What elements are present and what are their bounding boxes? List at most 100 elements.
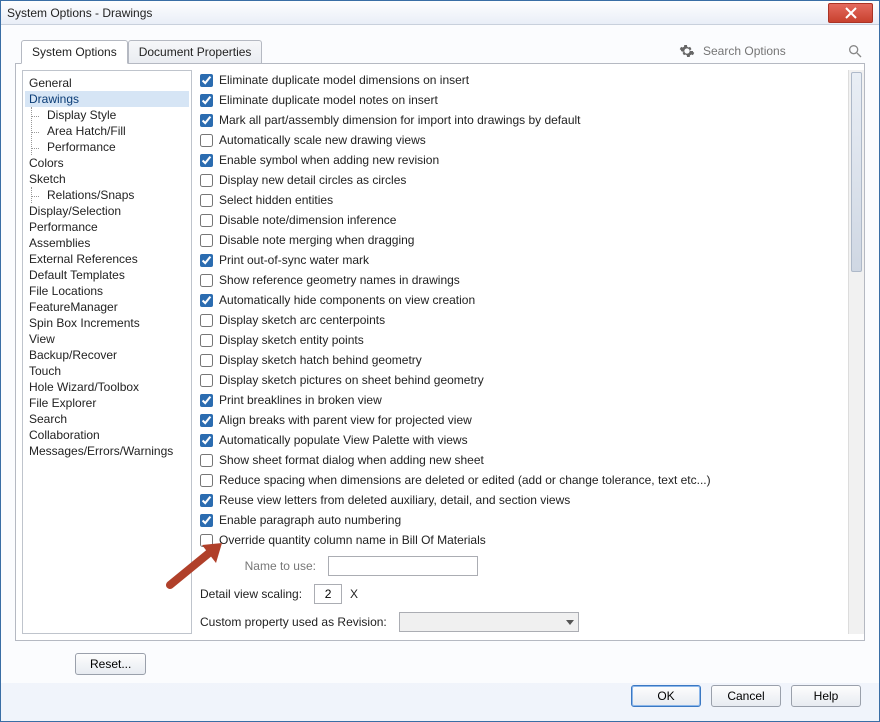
option-checkbox[interactable] — [200, 114, 213, 127]
option-row: Display new detail circles as circles — [200, 170, 858, 190]
category-item[interactable]: File Explorer — [25, 395, 189, 411]
category-item[interactable]: FeatureManager — [25, 299, 189, 315]
custom-prop-dropdown[interactable] — [399, 612, 579, 632]
category-item[interactable]: Colors — [25, 155, 189, 171]
main-panel: GeneralDrawingsDisplay StyleArea Hatch/F… — [15, 63, 865, 641]
option-label: Display sketch entity points — [219, 333, 364, 347]
name-to-use-row: Name to use: — [200, 554, 858, 578]
option-row: Enable symbol when adding new revision — [200, 150, 858, 170]
option-checkbox[interactable] — [200, 134, 213, 147]
option-checkbox[interactable] — [200, 254, 213, 267]
custom-prop-row: Custom property used as Revision: — [200, 610, 858, 634]
category-item[interactable]: Collaboration — [25, 427, 189, 443]
tab-strip: System Options Document Properties — [21, 39, 262, 63]
detail-scaling-row: Detail view scaling: X — [200, 582, 858, 606]
option-checkbox[interactable] — [200, 434, 213, 447]
option-label: Enable symbol when adding new revision — [219, 153, 439, 167]
option-checkbox[interactable] — [200, 214, 213, 227]
option-label: Automatically populate View Palette with… — [219, 433, 468, 447]
gear-icon — [679, 43, 695, 59]
option-label: Automatically scale new drawing views — [219, 133, 426, 147]
option-label: Disable note merging when dragging — [219, 233, 414, 247]
option-checkbox[interactable] — [200, 94, 213, 107]
category-item[interactable]: Drawings — [25, 91, 189, 107]
search-wrap — [679, 43, 865, 63]
option-label: Display sketch hatch behind geometry — [219, 353, 422, 367]
category-item[interactable]: File Locations — [25, 283, 189, 299]
category-item[interactable]: Spin Box Increments — [25, 315, 189, 331]
custom-prop-label: Custom property used as Revision: — [200, 615, 391, 629]
option-checkbox[interactable] — [200, 374, 213, 387]
tab-document-properties[interactable]: Document Properties — [128, 40, 263, 64]
option-checkbox[interactable] — [200, 514, 213, 527]
option-checkbox[interactable] — [200, 534, 213, 547]
search-input[interactable] — [701, 43, 841, 59]
category-item[interactable]: Performance — [43, 139, 189, 155]
option-row: Eliminate duplicate model dimensions on … — [200, 70, 858, 90]
top-row: System Options Document Properties — [15, 35, 865, 63]
option-label: Eliminate duplicate model notes on inser… — [219, 93, 438, 107]
category-item[interactable]: Backup/Recover — [25, 347, 189, 363]
option-checkbox[interactable] — [200, 74, 213, 87]
option-checkbox[interactable] — [200, 354, 213, 367]
tab-system-options[interactable]: System Options — [21, 40, 128, 64]
option-checkbox[interactable] — [200, 334, 213, 347]
category-item[interactable]: Performance — [25, 219, 189, 235]
option-label: Print breaklines in broken view — [219, 393, 382, 407]
option-row: Reuse view letters from deleted auxiliar… — [200, 490, 858, 510]
option-checkbox[interactable] — [200, 294, 213, 307]
option-row: Print out-of-sync water mark — [200, 250, 858, 270]
option-checkbox[interactable] — [200, 474, 213, 487]
option-checkbox[interactable] — [200, 174, 213, 187]
option-checkbox[interactable] — [200, 234, 213, 247]
option-row: Print breaklines in broken view — [200, 390, 858, 410]
category-item[interactable]: Search — [25, 411, 189, 427]
category-item[interactable]: Area Hatch/Fill — [43, 123, 189, 139]
detail-scaling-input[interactable] — [314, 584, 342, 604]
option-checkbox[interactable] — [200, 414, 213, 427]
reset-button[interactable]: Reset... — [75, 653, 146, 675]
option-checkbox[interactable] — [200, 314, 213, 327]
option-row: Disable note merging when dragging — [200, 230, 858, 250]
option-label: Align breaks with parent view for projec… — [219, 413, 472, 427]
category-item[interactable]: External References — [25, 251, 189, 267]
option-checkbox[interactable] — [200, 454, 213, 467]
option-row: Automatically hide components on view cr… — [200, 290, 858, 310]
option-checkbox[interactable] — [200, 394, 213, 407]
category-item[interactable]: Display Style — [43, 107, 189, 123]
option-row: Align breaks with parent view for projec… — [200, 410, 858, 430]
option-row: Display sketch entity points — [200, 330, 858, 350]
reset-row: Reset... — [15, 649, 865, 683]
category-item[interactable]: View — [25, 331, 189, 347]
category-item[interactable]: Hole Wizard/Toolbox — [25, 379, 189, 395]
window-title: System Options - Drawings — [7, 6, 152, 20]
dialog-body: System Options Document Properties Gener… — [1, 25, 879, 683]
category-item[interactable]: General — [25, 75, 189, 91]
search-icon[interactable] — [847, 43, 863, 59]
category-item[interactable]: Sketch — [25, 171, 189, 187]
category-item[interactable]: Messages/Errors/Warnings — [25, 443, 189, 459]
category-item[interactable]: Touch — [25, 363, 189, 379]
option-checkbox[interactable] — [200, 154, 213, 167]
category-item[interactable]: Default Templates — [25, 267, 189, 283]
scrollbar[interactable] — [848, 70, 864, 634]
detail-scaling-suffix: X — [350, 587, 358, 601]
close-icon — [845, 7, 857, 19]
option-checkbox[interactable] — [200, 494, 213, 507]
category-item[interactable]: Display/Selection — [25, 203, 189, 219]
name-to-use-input[interactable] — [328, 556, 478, 576]
category-item[interactable]: Assemblies — [25, 235, 189, 251]
category-tree[interactable]: GeneralDrawingsDisplay StyleArea Hatch/F… — [22, 70, 192, 634]
option-checkbox[interactable] — [200, 194, 213, 207]
ok-button[interactable]: OK — [631, 685, 701, 707]
close-button[interactable] — [828, 3, 873, 23]
options-list: Eliminate duplicate model dimensions on … — [200, 70, 858, 550]
option-label: Reduce spacing when dimensions are delet… — [219, 473, 711, 487]
option-checkbox[interactable] — [200, 274, 213, 287]
cancel-button[interactable]: Cancel — [711, 685, 781, 707]
option-row: Enable paragraph auto numbering — [200, 510, 858, 530]
scroll-thumb[interactable] — [851, 72, 862, 272]
category-item[interactable]: Relations/Snaps — [43, 187, 189, 203]
option-label: Override quantity column name in Bill Of… — [219, 533, 486, 547]
help-button[interactable]: Help — [791, 685, 861, 707]
